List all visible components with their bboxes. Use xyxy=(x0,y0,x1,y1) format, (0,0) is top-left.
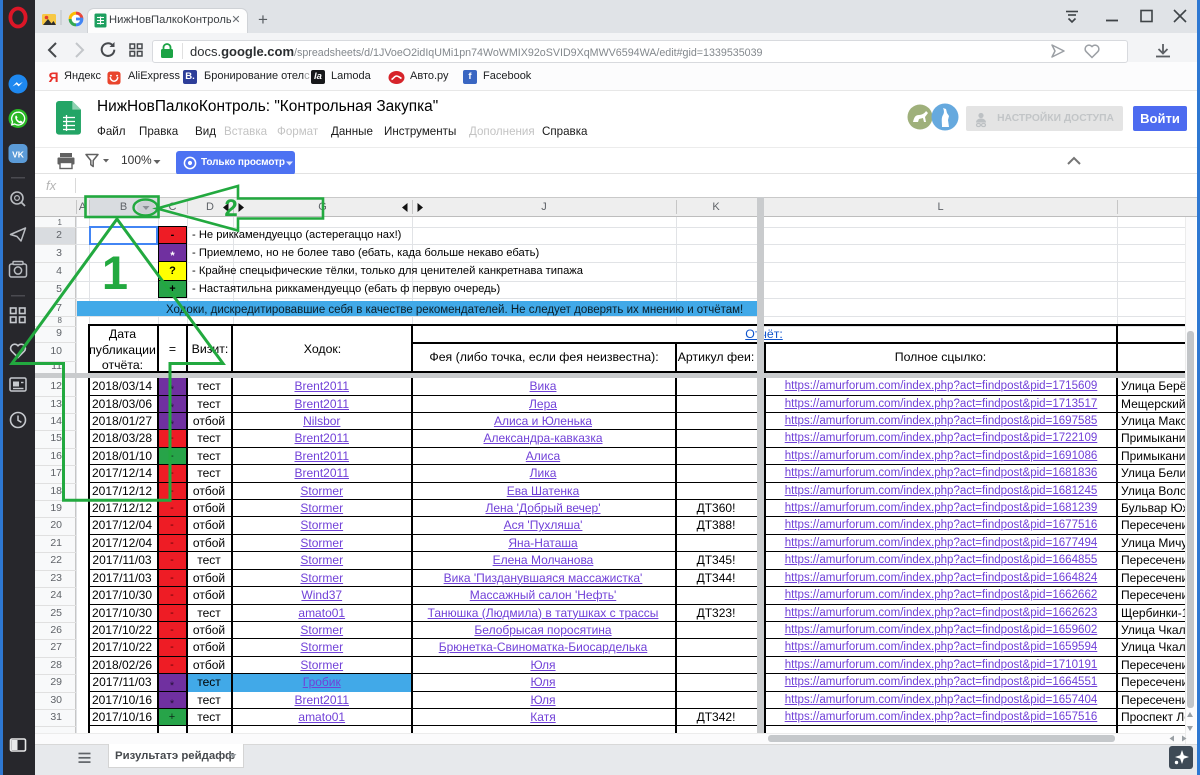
svg-text:VK: VK xyxy=(12,150,25,160)
